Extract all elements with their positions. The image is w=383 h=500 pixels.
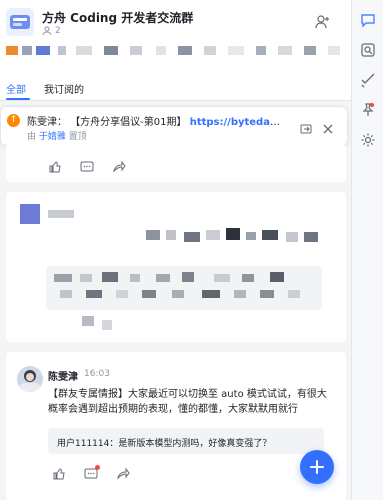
quoted-reply-text: 用户111114：是新版本模型内测吗，好像真变强了？ [57,439,272,449]
blurred-avatar [20,204,40,224]
add-member-icon[interactable] [314,14,330,30]
blurred-block [102,320,112,330]
share-icon[interactable] [112,160,126,174]
blurred-block [206,230,220,240]
avatar[interactable] [17,366,43,392]
pinned-title: 【方舟分享倡议-第01期】 [70,117,187,128]
comment-icon[interactable] [84,465,100,481]
share-icon[interactable] [116,467,130,481]
settings-icon[interactable] [360,132,376,148]
member-icon [42,26,52,36]
blurred-block [48,210,74,218]
blurred-block [262,230,278,240]
pinned-link[interactable]: https://bytedance... [190,117,282,128]
message-card [6,144,346,182]
message-actions [52,465,130,481]
quoted-reply[interactable]: 用户111114：是新版本模型内测吗，好像真变强了？ [48,428,324,454]
search-icon[interactable] [360,42,376,58]
pinned-meta-user[interactable]: 于婧雅 [39,132,66,142]
message-sender[interactable]: 陈雯津 [48,368,78,383]
pinned-prefix: 陈雯津： [27,117,67,128]
tab-all[interactable]: 全部 [6,81,26,96]
open-icon[interactable] [300,120,312,134]
chat-icon[interactable] [360,12,376,28]
blurred-block [226,228,240,240]
tab-subscribed[interactable]: 我订阅的 [44,81,84,96]
tab-active-indicator [6,98,30,100]
group-header: 方舟 Coding 开发者交流群 2 全部 我订阅的 [0,0,351,101]
blurred-block [304,232,318,242]
blurred-quote [46,266,322,310]
message-actions [48,160,126,174]
blurred-block [246,232,256,240]
chat-main: 方舟 Coding 开发者交流群 2 全部 我订阅的 ↑ 陈雯津： 【方舟分享倡… [0,0,351,500]
right-toolbar [351,0,383,500]
blurred-announcement [6,46,346,55]
pinned-meta-suffix: 置顶 [68,132,87,142]
thumbs-up-icon[interactable] [52,467,66,481]
message-card-blurred [6,192,346,342]
unread-dot [95,465,100,470]
blurred-block [184,232,200,242]
thumbs-up-icon[interactable] [48,160,62,174]
pin-icon[interactable] [360,102,376,118]
member-count[interactable]: 2 [42,26,61,36]
blurred-block [166,230,176,240]
tab-bar: 全部 我订阅的 [0,78,351,101]
pinned-message-bar[interactable]: ↑ 陈雯津： 【方舟分享倡议-第01期】 https://bytedance..… [0,106,348,146]
group-avatar[interactable] [6,8,34,36]
close-icon[interactable] [322,120,334,134]
blurred-block [286,232,298,242]
pinned-meta-by: 由 [27,132,37,142]
check-icon[interactable] [360,72,376,88]
blurred-block [82,316,94,326]
blurred-block [146,230,160,240]
message-card: 陈雯津 16:03 【群友专属情报】大家最近可以切换至 auto 模式试试，有很… [6,352,346,500]
comment-icon[interactable] [80,160,94,174]
pinned-text: 陈雯津： 【方舟分享倡议-第01期】 https://bytedance... [27,113,282,128]
group-title: 方舟 Coding 开发者交流群 [42,11,194,25]
plus-icon [310,460,324,474]
pin-badge-icon: ↑ [7,114,20,127]
new-post-button[interactable] [300,450,334,484]
message-body: 【群友专属情报】大家最近可以切换至 auto 模式试试，有很大概率会遇到超出预期… [48,389,327,415]
message-time: 16:03 [84,369,110,379]
member-count-value: 2 [55,26,61,36]
pinned-meta: 由 于婧雅 置顶 [27,129,87,142]
